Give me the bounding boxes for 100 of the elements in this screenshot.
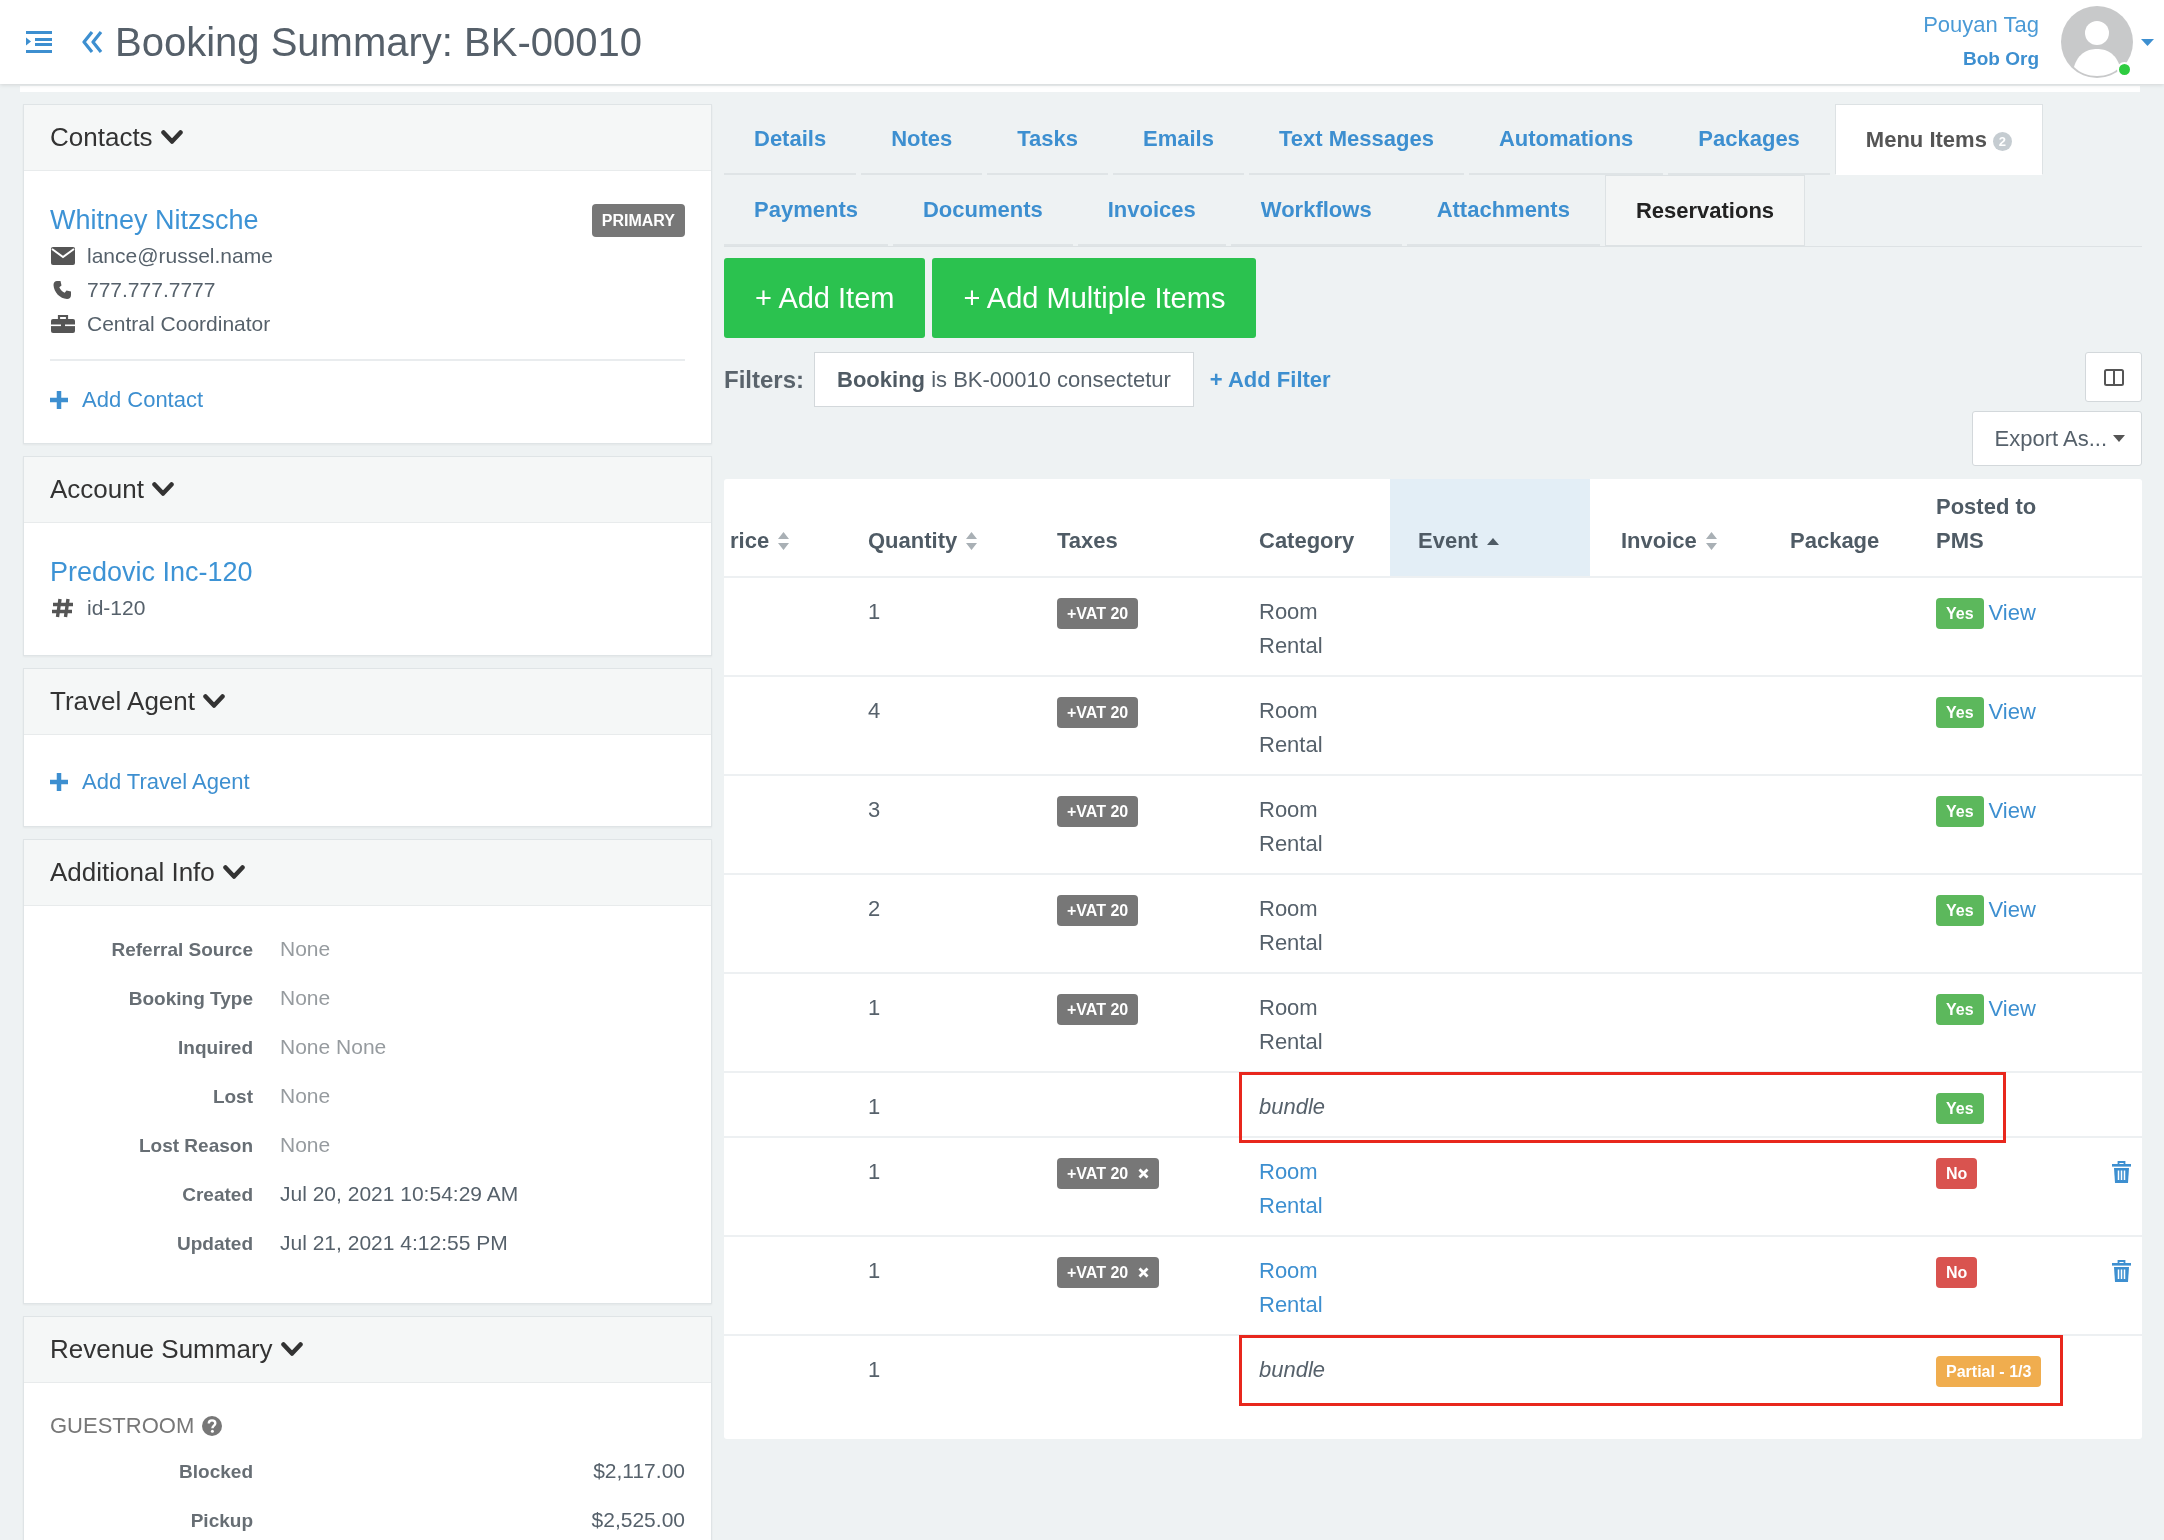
field-value: None None xyxy=(280,1034,388,1060)
status-badge: No xyxy=(1936,1256,1978,1288)
view-link[interactable]: View xyxy=(1988,699,2036,725)
tab[interactable]: Emails xyxy=(1113,104,1244,175)
category-link[interactable]: Room Rental xyxy=(1259,1254,1349,1322)
field-value: Jul 21, 2021 4:12:55 PM xyxy=(280,1230,509,1256)
filter-chip[interactable]: Booking is BK-00010 consectetur xyxy=(814,352,1194,407)
column-header: Package xyxy=(1789,527,1881,555)
category-text: Room Rental xyxy=(1259,796,1324,858)
field-value: None xyxy=(280,1083,332,1109)
column-header[interactable]: Event xyxy=(1390,479,1590,576)
tax-badge: +VAT 20 xyxy=(1057,993,1139,1025)
quantity-value: 1 xyxy=(868,995,881,1020)
contact-name-link[interactable]: Whitney Nitzsche xyxy=(50,201,259,239)
add-contact-link[interactable]: Add Contact xyxy=(50,383,204,417)
field-label: Created xyxy=(181,1183,253,1207)
status-badge: Yes xyxy=(1936,894,1984,926)
tab[interactable]: Text Messages xyxy=(1248,104,1464,175)
view-link[interactable]: View xyxy=(1988,897,2036,923)
field-label: Inquired xyxy=(177,1036,253,1060)
view-link[interactable]: View xyxy=(1988,798,2036,824)
tab[interactable]: Payments xyxy=(724,175,888,246)
tab[interactable]: Tasks xyxy=(987,104,1109,175)
tab[interactable]: Menu Items 2 xyxy=(1834,104,2043,175)
export-button[interactable]: Export As... xyxy=(1971,411,2142,466)
category-text: Room Rental xyxy=(1259,895,1324,957)
tab[interactable]: Reservations xyxy=(1604,175,1806,246)
category-text: Room Rental xyxy=(1259,598,1324,660)
page-title: Booking Summary: BK-00010 xyxy=(115,19,642,66)
sort-icon[interactable] xyxy=(778,532,790,550)
add-button[interactable]: + Add Multiple Items xyxy=(932,258,1257,338)
trash-icon[interactable] xyxy=(2112,1161,2131,1183)
view-link[interactable]: View xyxy=(1988,600,2036,626)
contact-phone: 777.777.7777 xyxy=(87,278,216,302)
sort-up-icon[interactable] xyxy=(1486,537,1499,545)
tax-badge: +VAT 20 xyxy=(1057,696,1139,728)
panel-header[interactable]: Additional Info xyxy=(24,840,711,906)
add-travel-agent-link[interactable]: Add Travel Agent xyxy=(50,765,250,799)
account-name-link[interactable]: Predovic Inc-120 xyxy=(50,553,253,591)
field-label: Booking Type xyxy=(127,987,253,1011)
tab[interactable]: Details xyxy=(724,104,857,175)
plus-icon xyxy=(50,773,68,791)
status-badge: No xyxy=(1936,1157,1978,1189)
tab[interactable]: Invoices xyxy=(1077,175,1226,246)
field-value: None xyxy=(280,1132,332,1158)
column-header: Taxes xyxy=(1056,527,1119,555)
sort-icon[interactable] xyxy=(1705,532,1717,550)
quantity-value: 2 xyxy=(868,896,881,921)
quantity-value: 1 xyxy=(868,1258,881,1283)
tab[interactable]: Documents xyxy=(892,175,1073,246)
quantity-value: 1 xyxy=(868,599,881,624)
columns-button[interactable] xyxy=(2085,352,2142,402)
caret-icon[interactable] xyxy=(2141,38,2154,46)
help-icon[interactable] xyxy=(202,1416,223,1436)
tax-badge[interactable]: +VAT 20 xyxy=(1057,1157,1160,1189)
organization-name[interactable]: Bob Org xyxy=(1963,42,2039,76)
column-header: Category xyxy=(1258,527,1356,555)
menu-icon[interactable] xyxy=(26,31,52,53)
status-badge: Yes xyxy=(1936,993,1984,1025)
field-label: Lost xyxy=(211,1085,253,1109)
column-header[interactable]: rice xyxy=(724,479,837,576)
tax-badge: +VAT 20 xyxy=(1057,795,1139,827)
panel-header[interactable]: Contacts xyxy=(24,105,711,171)
columns-icon xyxy=(2103,368,2124,386)
briefcase-icon xyxy=(50,314,76,334)
panel-header[interactable]: Account xyxy=(24,457,711,523)
user-name[interactable]: Pouyan Tag xyxy=(1923,8,2039,42)
revenue-label: Pickup xyxy=(189,1509,253,1533)
close-icon[interactable] xyxy=(1138,1167,1150,1179)
double-chevron-left-icon[interactable] xyxy=(82,30,103,54)
field-value: None xyxy=(280,985,332,1011)
close-icon[interactable] xyxy=(1138,1266,1150,1278)
tab[interactable]: Attachments xyxy=(1406,175,1600,246)
tab[interactable]: Notes xyxy=(861,104,983,175)
tax-badge[interactable]: +VAT 20 xyxy=(1057,1256,1160,1288)
revenue-amount: $2,525.00 xyxy=(590,1507,685,1533)
view-link[interactable]: View xyxy=(1988,996,2036,1022)
plus-icon xyxy=(50,391,68,409)
add-button[interactable]: + Add Item xyxy=(724,258,926,338)
column-header[interactable]: Quantity xyxy=(840,479,1026,576)
sort-icon[interactable] xyxy=(966,532,978,550)
panel-header[interactable]: Travel Agent xyxy=(24,669,711,735)
field-value: None xyxy=(280,936,332,962)
panel-header[interactable]: Revenue Summary xyxy=(24,1317,711,1383)
category-text: Room Rental xyxy=(1259,697,1324,759)
trash-icon[interactable] xyxy=(2112,1260,2131,1282)
tab[interactable]: Workflows xyxy=(1230,175,1402,246)
filters-label: Filters: xyxy=(724,365,804,394)
caret-icon xyxy=(2113,435,2125,442)
contact-email: lance@russel.name xyxy=(87,244,273,268)
field-label: Lost Reason xyxy=(137,1134,253,1158)
revenue-label: Blocked xyxy=(178,1460,253,1484)
category-link[interactable]: Room Rental xyxy=(1259,1155,1349,1223)
category-text: bundle xyxy=(1259,1093,1326,1121)
revenue-amount: $2,117.00 xyxy=(592,1458,685,1484)
field-value: Jul 20, 2021 10:54:29 AM xyxy=(280,1181,520,1207)
add-filter-link[interactable]: + Add Filter xyxy=(1209,366,1331,393)
column-header[interactable]: Invoice xyxy=(1593,479,1759,576)
section-label: GUESTROOM xyxy=(50,1412,195,1440)
quantity-value: 1 xyxy=(868,1094,881,1119)
